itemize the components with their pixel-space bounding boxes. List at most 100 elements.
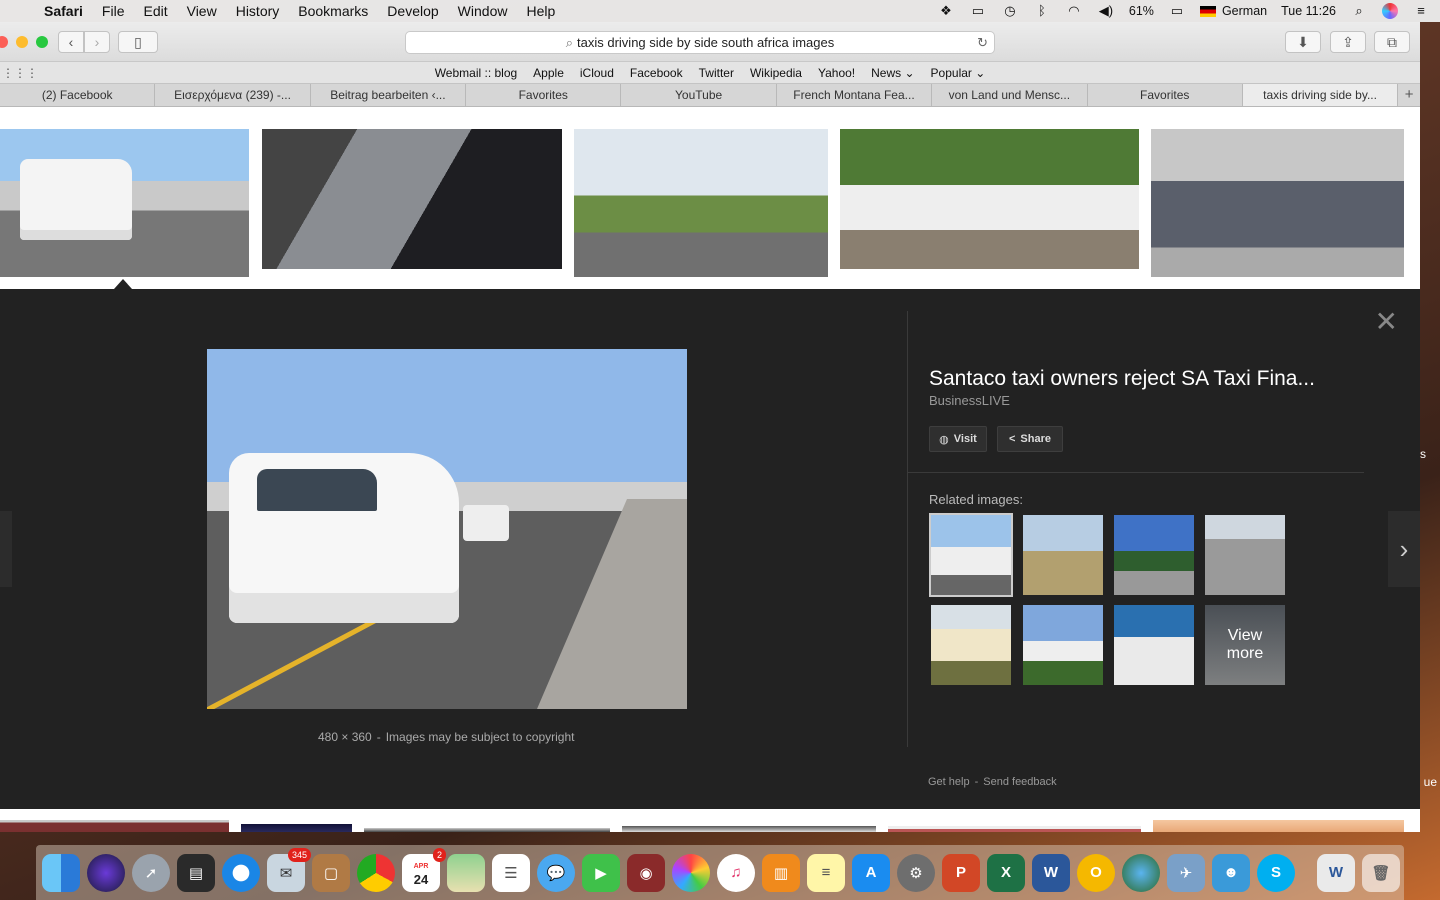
related-image-2[interactable] xyxy=(1023,515,1103,595)
itunes-app-icon[interactable]: ♫ xyxy=(717,853,755,892)
launchpad-icon[interactable]: ➚ xyxy=(132,853,170,892)
spotlight-icon[interactable]: ⌕ xyxy=(1350,4,1368,18)
mail-app-icon[interactable]: ✉ 345 xyxy=(267,847,311,892)
chrome-app-icon[interactable] xyxy=(357,853,395,892)
get-help-link[interactable]: Get help xyxy=(928,776,970,788)
word-app-icon[interactable]: W xyxy=(1032,853,1070,892)
excel-app-icon[interactable]: X xyxy=(987,853,1025,892)
photos-app-icon[interactable] xyxy=(672,853,710,892)
share-button-preview[interactable]: < Share xyxy=(997,426,1063,452)
tab-french-montana[interactable]: French Montana Fea... xyxy=(777,84,933,106)
fav-twitter[interactable]: Twitter xyxy=(699,66,734,80)
menu-develop[interactable]: Develop xyxy=(387,3,438,19)
tab-beitrag[interactable]: Beitrag bearbeiten ‹... xyxy=(311,84,467,106)
related-image-6[interactable] xyxy=(1023,605,1103,685)
fav-popular[interactable]: Popular ⌄ xyxy=(931,66,986,80)
result-thumb-crowd[interactable] xyxy=(574,129,828,277)
calendar-app-icon[interactable]: APR 24 2 xyxy=(402,847,446,892)
result-thumb-driver[interactable] xyxy=(262,129,562,269)
menu-view[interactable]: View xyxy=(187,3,217,19)
menu-file[interactable]: File xyxy=(102,3,125,19)
related-image-5[interactable] xyxy=(931,605,1011,685)
fullscreen-window-button[interactable] xyxy=(36,36,48,48)
facetime-app-icon[interactable]: ▶ xyxy=(582,853,620,892)
new-tab-button[interactable]: + xyxy=(1398,84,1420,106)
battery-icon[interactable]: ▭ xyxy=(1168,4,1186,18)
result-thumb-bottom-6[interactable] xyxy=(1153,820,1404,832)
migration-app-icon[interactable]: ✈ xyxy=(1167,853,1205,892)
tab-taxis-search[interactable]: taxis driving side by... xyxy=(1242,84,1399,106)
reload-icon[interactable]: ↻ xyxy=(977,32,988,53)
tab-inbox[interactable]: Εισερχόμενα (239) -... xyxy=(155,84,311,106)
forward-button[interactable]: › xyxy=(84,31,110,53)
dropbox-icon[interactable]: ❖ xyxy=(937,4,955,18)
previous-image-button[interactable]: ‹ xyxy=(0,511,12,587)
airplay-icon[interactable]: ▭ xyxy=(969,4,987,18)
messages-app-icon[interactable]: 💬 xyxy=(537,853,575,892)
result-thumb-white-pickup[interactable] xyxy=(840,129,1139,269)
result-thumb-grey-pickup[interactable] xyxy=(1151,129,1404,277)
maps-app-icon[interactable] xyxy=(447,853,485,892)
skype-app-icon[interactable]: S xyxy=(1257,853,1295,892)
copyright-link[interactable]: Images may be subject to copyright xyxy=(386,730,575,744)
top-sites-grid-icon[interactable]: ⋮⋮⋮ xyxy=(2,66,38,80)
input-source[interactable]: German xyxy=(1199,4,1267,18)
trash-icon[interactable]: 🗑 xyxy=(1362,853,1400,892)
menu-help[interactable]: Help xyxy=(526,3,555,19)
tab-facebook[interactable]: (2) Facebook xyxy=(0,84,156,106)
volume-icon[interactable]: ◀) xyxy=(1097,4,1115,18)
result-thumb-bottom-4[interactable] xyxy=(622,826,876,832)
tab-favorites-2[interactable]: Favorites xyxy=(1088,84,1243,106)
notes-app-icon[interactable]: ≡ xyxy=(807,853,845,892)
finder-icon[interactable] xyxy=(42,853,80,892)
address-bar[interactable]: ⌕ taxis driving side by side south africa… xyxy=(405,31,995,54)
related-image-1[interactable] xyxy=(929,513,1013,597)
result-thumb-bottom-2[interactable] xyxy=(241,824,352,832)
fav-yahoo[interactable]: Yahoo! xyxy=(818,66,855,80)
bluetooth-icon[interactable]: ᛒ xyxy=(1033,4,1051,18)
clock[interactable]: Tue 11:26 xyxy=(1281,4,1336,18)
sidebar-toggle-button[interactable]: ▯ xyxy=(118,31,158,53)
related-image-4[interactable] xyxy=(1205,515,1285,595)
related-image-7[interactable] xyxy=(1114,605,1194,685)
menu-edit[interactable]: Edit xyxy=(143,3,167,19)
menu-window[interactable]: Window xyxy=(458,3,508,19)
related-image-3[interactable] xyxy=(1114,515,1194,595)
notification-center-icon[interactable]: ≡ xyxy=(1412,4,1430,18)
result-thumb-bottom-3[interactable] xyxy=(364,828,610,832)
tab-von-land[interactable]: von Land und Mensc... xyxy=(932,84,1088,106)
result-thumb-taxi-road[interactable] xyxy=(0,129,249,277)
fav-wikipedia[interactable]: Wikipedia xyxy=(750,66,802,80)
recent-document-icon[interactable]: W xyxy=(1317,853,1355,892)
outlook-app-icon[interactable]: O xyxy=(1077,853,1115,892)
wifi-icon[interactable]: ◠ xyxy=(1065,4,1083,18)
powerpoint-app-icon[interactable]: P xyxy=(942,853,980,892)
apple-menu-icon[interactable] xyxy=(10,2,26,20)
fav-webmail[interactable]: Webmail :: blog xyxy=(435,66,517,80)
fav-apple[interactable]: Apple xyxy=(533,66,564,80)
fav-facebook[interactable]: Facebook xyxy=(630,66,683,80)
fav-icloud[interactable]: iCloud xyxy=(580,66,614,80)
siri-app-icon[interactable] xyxy=(87,853,125,892)
system-preferences-icon[interactable]: ⚙ xyxy=(897,853,935,892)
messenger-app-icon[interactable]: ☻ xyxy=(1212,853,1250,892)
time-machine-icon[interactable]: ◷ xyxy=(1001,4,1019,18)
next-image-button[interactable]: › xyxy=(1388,511,1420,587)
battery-percent[interactable]: 61% xyxy=(1129,4,1154,18)
siri-icon[interactable] xyxy=(1382,3,1398,19)
tab-favorites-1[interactable]: Favorites xyxy=(466,84,622,106)
menu-app-name[interactable]: Safari xyxy=(44,3,83,19)
activity-monitor-icon[interactable]: ▤ xyxy=(177,853,215,892)
photo-booth-app-icon[interactable]: ◉ xyxy=(627,853,665,892)
preview-title[interactable]: Santaco taxi owners reject SA Taxi Fina.… xyxy=(929,367,1315,391)
back-button[interactable]: ‹ xyxy=(58,31,84,53)
result-thumb-bottom-1[interactable] xyxy=(0,820,229,832)
menu-history[interactable]: History xyxy=(236,3,280,19)
app-store-icon[interactable]: A xyxy=(852,853,890,892)
fav-news[interactable]: News ⌄ xyxy=(871,66,914,80)
share-button[interactable]: ⇪ xyxy=(1330,31,1366,53)
send-feedback-link[interactable]: Send feedback xyxy=(983,776,1056,788)
ibooks-app-icon[interactable]: ▥ xyxy=(762,853,800,892)
result-thumb-bottom-5[interactable] xyxy=(888,826,1141,832)
close-preview-icon[interactable]: ✕ xyxy=(1375,308,1398,336)
